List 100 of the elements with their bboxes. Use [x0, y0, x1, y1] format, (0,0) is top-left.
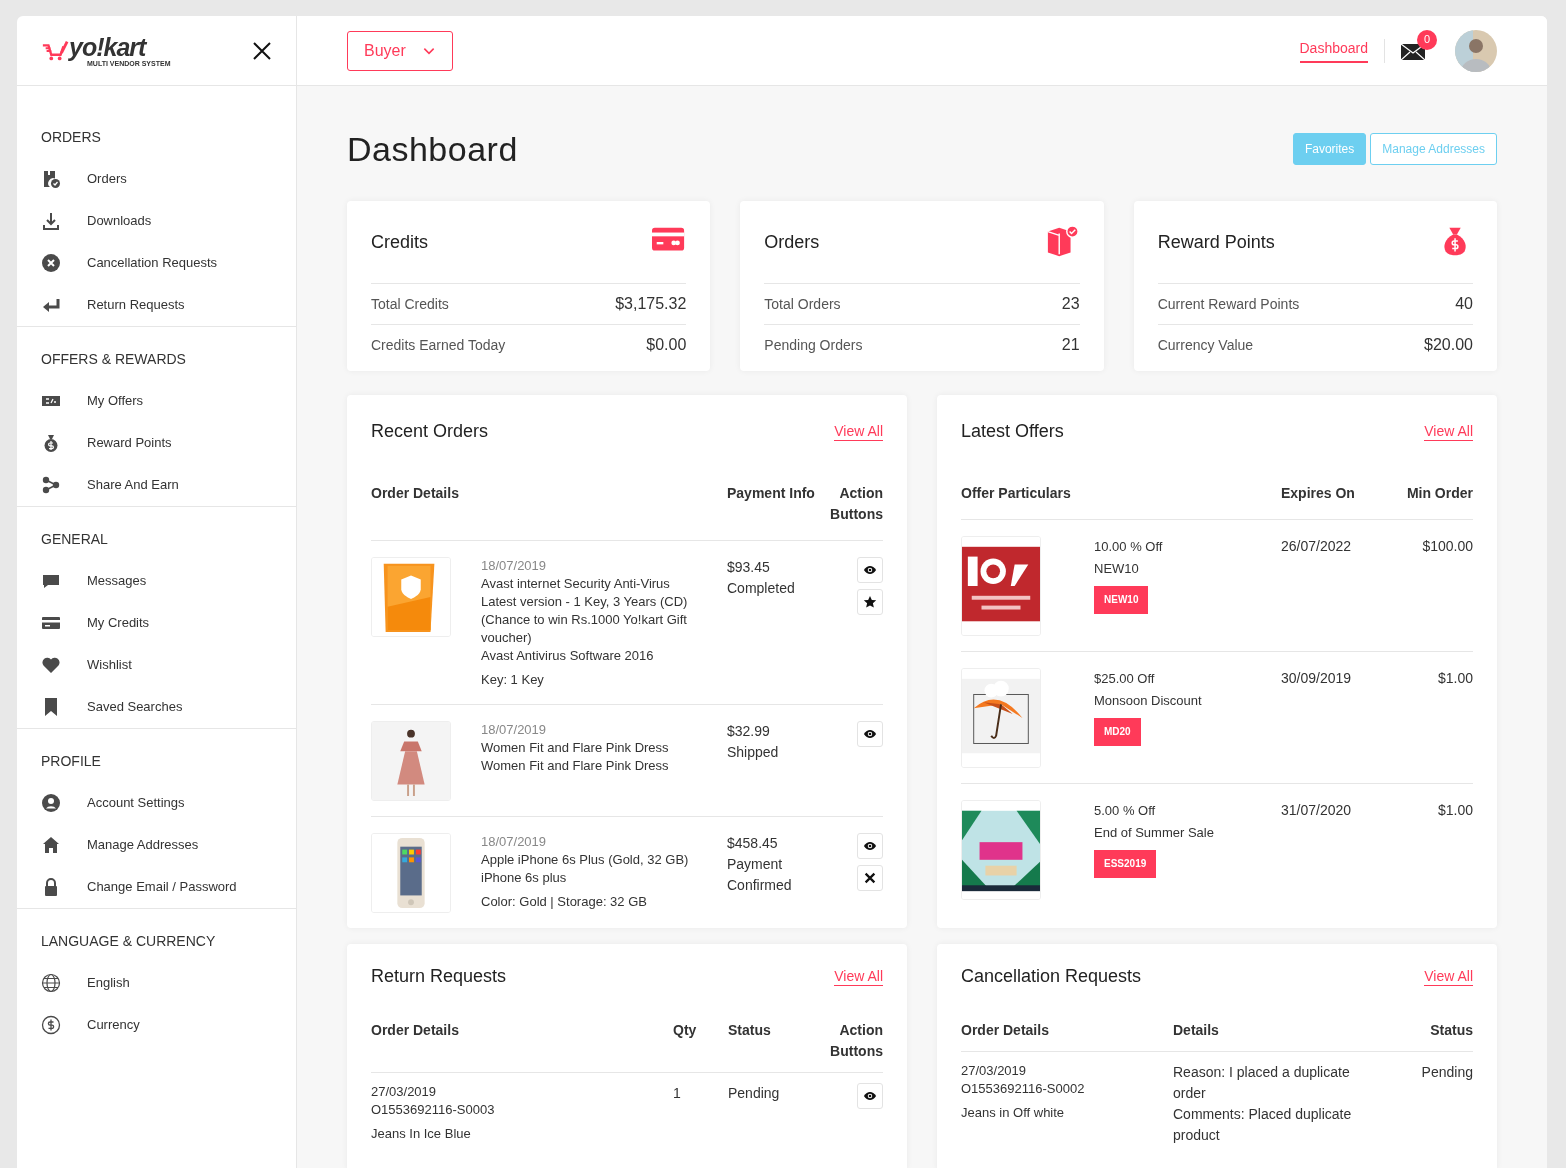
- column-header: Expires On: [1281, 484, 1356, 503]
- offer-discount: $25.00 Off: [1094, 670, 1156, 688]
- min-order: $1.00: [1436, 669, 1473, 688]
- offer-expiry: 30/09/2019: [1281, 669, 1353, 688]
- section-heading: LANGUAGE & CURRENCY: [41, 932, 216, 951]
- coupon-code: NEW10: [1094, 586, 1149, 614]
- order-amount: $458.45: [727, 834, 779, 853]
- cancel-comments: Comments: Placed duplicate product: [1173, 1105, 1353, 1145]
- column-header: Status: [728, 1021, 772, 1040]
- page-title: Dashboard: [347, 129, 518, 169]
- favorite-button[interactable]: [857, 589, 883, 615]
- order-date: 27/03/2019: [961, 1062, 1028, 1080]
- order-date: 18/07/2019: [481, 721, 548, 739]
- stat-value: 21: [1061, 335, 1080, 355]
- download-icon: [41, 211, 61, 231]
- order-date: 18/07/2019: [481, 833, 548, 851]
- sidebar-item[interactable]: Wishlist: [41, 644, 272, 686]
- nav-link[interactable]: Dashboard: [1299, 38, 1368, 63]
- column-header: Order Details: [961, 1021, 1050, 1040]
- product-name: Women Fit and Flare Pink Dress: [481, 739, 670, 757]
- offer-expiry: 26/07/2022: [1281, 537, 1353, 556]
- card-title: Reward Points: [1157, 231, 1275, 254]
- stat-label: Current Reward Points: [1157, 294, 1300, 314]
- card-title: Orders: [764, 231, 820, 254]
- product-name: Avast Antivirus Software 2016: [481, 647, 655, 665]
- min-order: $1.00: [1436, 801, 1473, 820]
- eye-icon: [863, 1089, 877, 1103]
- quantity: 1: [673, 1084, 682, 1103]
- offer-name: Monsoon Discount: [1094, 692, 1203, 710]
- view-all-link[interactable]: View All: [1424, 966, 1473, 986]
- order-date: 27/03/2019: [371, 1083, 438, 1101]
- view-button[interactable]: [857, 721, 883, 747]
- sidebar-item[interactable]: Reward Points: [41, 422, 272, 464]
- sidebar-item[interactable]: Orders: [41, 158, 272, 200]
- request-status: Pending: [1420, 1063, 1473, 1082]
- offer-discount: 10.00 % Off: [1094, 538, 1164, 556]
- view-all-link[interactable]: View All: [834, 966, 883, 986]
- eye-icon: [863, 727, 877, 741]
- cancel-button[interactable]: [857, 865, 883, 891]
- sidebar-item[interactable]: Return Requests: [41, 284, 272, 326]
- section-heading: OFFERS & REWARDS: [41, 350, 186, 369]
- section-heading: GENERAL: [41, 530, 108, 549]
- view-all-link[interactable]: View All: [1424, 421, 1473, 441]
- column-header: Qty: [673, 1021, 698, 1040]
- product-name: Women Fit and Flare Pink Dress: [481, 757, 670, 775]
- column-header: Action Buttons: [829, 1021, 883, 1061]
- product-name: Apple iPhone 6s Plus (Gold, 32 GB): [481, 851, 690, 869]
- view-button[interactable]: [857, 557, 883, 583]
- sidebar-item[interactable]: My Offers: [41, 380, 272, 422]
- stat-value: $3,175.32: [615, 294, 687, 314]
- sidebar-item[interactable]: Share And Earn: [41, 464, 272, 506]
- sidebar-item[interactable]: Currency: [41, 1004, 272, 1046]
- order-amount: $32.99: [727, 722, 771, 741]
- order-id: O1553692116-S0003: [371, 1101, 496, 1119]
- share-icon: [41, 475, 61, 495]
- stat-label: Total Credits: [371, 294, 449, 314]
- home-icon: [41, 835, 61, 855]
- stat-label: Pending Orders: [764, 335, 863, 355]
- eye-icon: [863, 563, 877, 577]
- card-title: Cancellation Requests: [961, 965, 1142, 988]
- sidebar-item[interactable]: My Credits: [41, 602, 272, 644]
- coupon-code: MD20: [1094, 718, 1141, 746]
- sidebar-item[interactable]: Messages: [41, 560, 272, 602]
- product-name: Jeans In Ice Blue: [371, 1125, 472, 1143]
- stat-value: $20.00: [1424, 335, 1473, 355]
- stat-value: 23: [1061, 294, 1080, 314]
- stat-label: Currency Value: [1157, 335, 1254, 355]
- sidebar-item[interactable]: English: [41, 962, 272, 1004]
- sidebar-item[interactable]: Cancellation Requests: [41, 242, 272, 284]
- sidebar-item[interactable]: Change Email / Password: [41, 866, 272, 908]
- column-header: Min Order: [1405, 484, 1473, 503]
- column-header: Order Details: [371, 1021, 460, 1040]
- view-button[interactable]: [857, 833, 883, 859]
- stat-label: Total Orders: [764, 294, 841, 314]
- role-dropdown[interactable]: Buyer: [347, 30, 453, 71]
- column-header: Action Buttons: [829, 484, 883, 524]
- column-header: Offer Particulars: [961, 484, 1072, 503]
- order-date: 18/07/2019: [481, 557, 548, 575]
- stat-value: $0.00: [646, 335, 687, 355]
- view-all-link[interactable]: View All: [834, 421, 883, 441]
- card-title: Latest Offers: [961, 420, 1064, 443]
- product-name: iPhone 6s plus: [481, 869, 568, 887]
- card-title: Credits: [371, 231, 428, 254]
- star-icon: [863, 595, 877, 609]
- logo-text: yo!kart: [69, 34, 148, 60]
- request-status: Pending: [728, 1084, 781, 1103]
- column-header: Details: [1173, 1021, 1220, 1040]
- sidebar-item[interactable]: Downloads: [41, 200, 272, 242]
- sidebar-item[interactable]: Manage Addresses: [41, 824, 272, 866]
- view-button[interactable]: [857, 1083, 883, 1109]
- sidebar-item[interactable]: Saved Searches: [41, 686, 272, 728]
- mail-button[interactable]: [1401, 41, 1425, 60]
- stat-label: Credits Earned Today: [371, 335, 506, 355]
- offer-discount: 5.00 % Off: [1094, 802, 1157, 820]
- user-icon: [41, 793, 61, 813]
- notification-badge: 0: [1417, 29, 1437, 50]
- sidebar-item[interactable]: Account Settings: [41, 782, 272, 824]
- card-title: Recent Orders: [371, 420, 489, 443]
- cancel-reason: Reason: I placed a duplicate order: [1173, 1063, 1351, 1103]
- coupon-code: ESS2019: [1094, 850, 1157, 878]
